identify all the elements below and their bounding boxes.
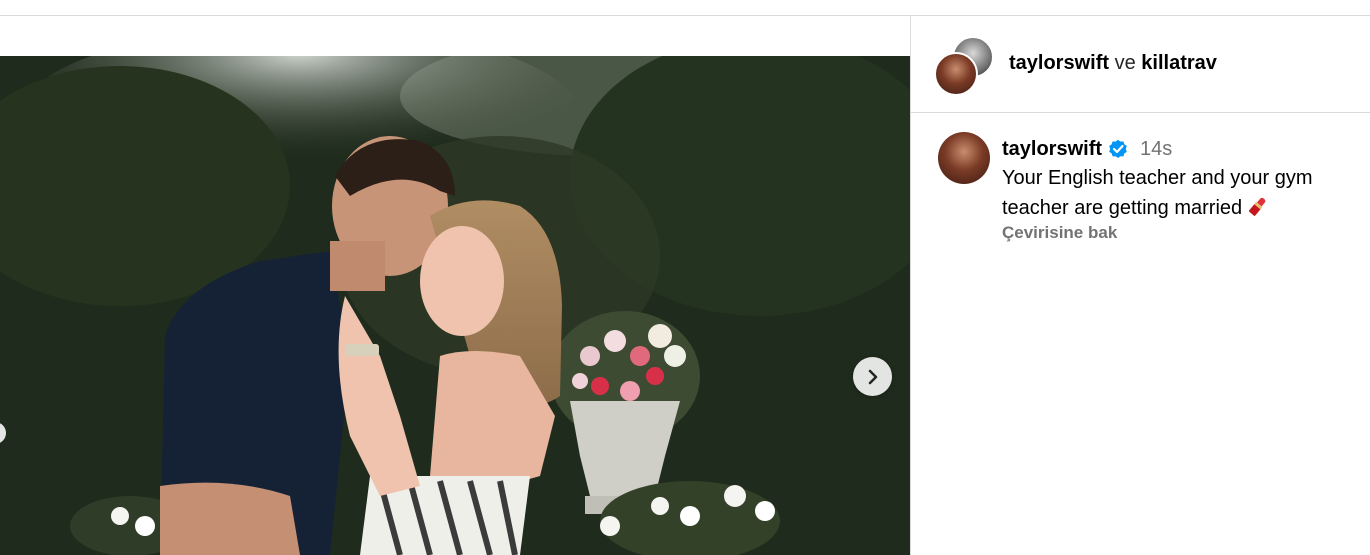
media-pane bbox=[0, 16, 910, 555]
chevron-right-icon bbox=[868, 369, 877, 384]
caption-text: Your English teacher and your gym teache… bbox=[1002, 163, 1362, 223]
post-view: taylorswift ve killatrav taylorswift 14s… bbox=[0, 0, 1370, 555]
collab-avatars[interactable] bbox=[934, 36, 994, 96]
collab-usernames: taylorswift ve killatrav bbox=[1009, 52, 1217, 75]
photo-illustration bbox=[0, 56, 910, 555]
comment-meta: taylorswift 14s bbox=[1002, 135, 1362, 163]
header-conjunction: ve bbox=[1114, 52, 1136, 74]
avatar-taylorswift[interactable] bbox=[934, 52, 978, 96]
post-sidebar: taylorswift ve killatrav taylorswift 14s… bbox=[910, 16, 1370, 555]
comment-timestamp[interactable]: 14s bbox=[1140, 138, 1172, 161]
comment-username[interactable]: taylorswift bbox=[1002, 138, 1102, 161]
post-header: taylorswift ve killatrav bbox=[911, 16, 1370, 113]
header-username-1[interactable]: taylorswift bbox=[1009, 52, 1109, 74]
top-bar bbox=[0, 0, 1370, 16]
header-username-2[interactable]: killatrav bbox=[1141, 52, 1217, 74]
lipstick-icon bbox=[1249, 197, 1266, 216]
post-photo[interactable] bbox=[0, 56, 910, 555]
comment-body: taylorswift 14s Your English teacher and… bbox=[1002, 135, 1362, 243]
avatar[interactable] bbox=[938, 132, 990, 184]
verified-badge-icon bbox=[1109, 139, 1127, 158]
see-translation-link[interactable]: Çevirisine bak bbox=[1002, 223, 1362, 243]
next-media-button[interactable] bbox=[853, 357, 892, 396]
